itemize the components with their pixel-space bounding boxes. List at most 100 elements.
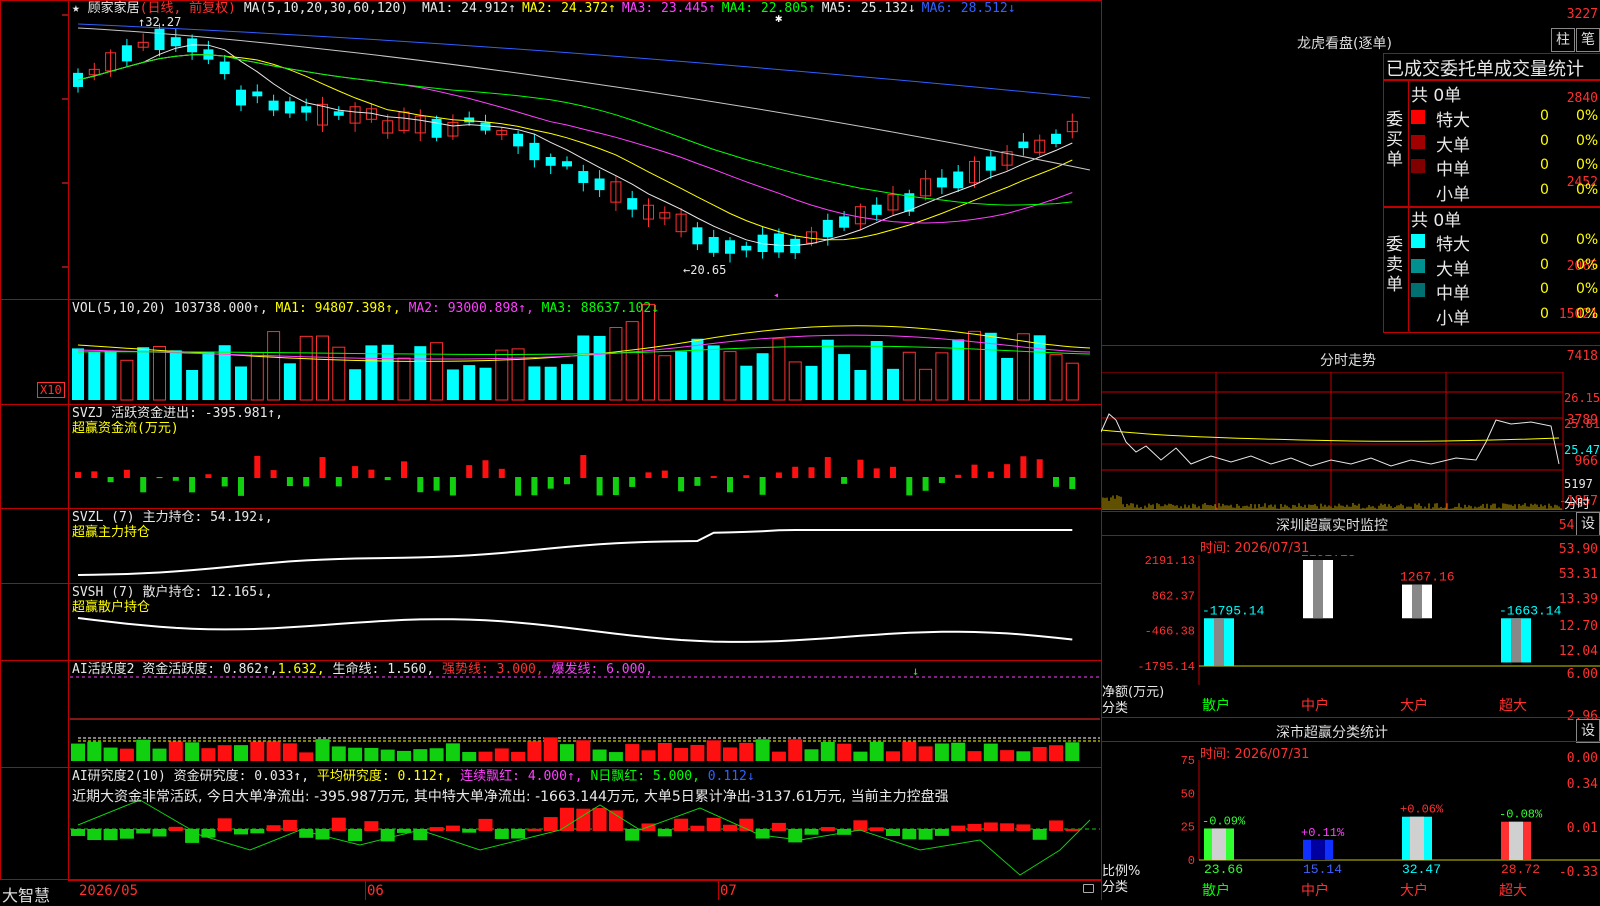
row-pct: 0% [1576, 281, 1598, 297]
volume-bar [757, 353, 769, 400]
volume-bar [1017, 334, 1029, 400]
flow-bar [75, 472, 81, 478]
research-bar [332, 818, 346, 831]
activity-bar [723, 747, 737, 761]
svzl-sub: 超赢主力持仓 [72, 525, 150, 541]
ma-line [78, 45, 1072, 246]
activity-bar [593, 750, 607, 761]
candle-body [171, 37, 181, 46]
volume-bar [105, 351, 117, 400]
volume-bar [170, 350, 182, 400]
research-bar [267, 825, 281, 831]
monitor-value-label: -1795.14 [1202, 603, 1265, 618]
star-icon[interactable]: ★ [72, 1, 80, 16]
research-bar [446, 826, 460, 831]
activity-bar [153, 749, 167, 761]
ai1-burst: 爆发线: 6.000, [551, 662, 653, 677]
volume-bar [920, 369, 932, 400]
flow-bar [271, 470, 277, 478]
row-pct: 0% [1576, 232, 1598, 248]
research-bar [935, 829, 949, 836]
research-bar [707, 818, 721, 831]
research-bar [544, 817, 558, 831]
stats-category: 大户 [1400, 882, 1428, 899]
monitor-y-label: -1795.14 [1137, 660, 1195, 674]
candle-body [741, 246, 751, 251]
stats-category: 散户 [1202, 882, 1230, 899]
flow-bar [238, 477, 244, 496]
flow-bar [303, 477, 309, 486]
lock-icon[interactable] [1083, 884, 1094, 893]
research-bar [870, 827, 884, 831]
activity-bar [299, 752, 313, 761]
bar-mode-button[interactable]: 柱 [1551, 28, 1575, 52]
row-name: 特大 [1436, 106, 1470, 131]
monitor-y-label: -466.38 [1145, 625, 1195, 639]
ma-line [78, 24, 1090, 98]
activity-bar [511, 752, 525, 761]
activity-bar [120, 749, 134, 761]
monitor-bar-shade [1313, 560, 1323, 618]
monitor-category: 散户 [1202, 697, 1230, 714]
activity-bar [788, 739, 802, 761]
fenshi-price-label: 25.81 [1564, 417, 1600, 431]
candle-body [872, 205, 882, 215]
date-tick [365, 880, 366, 900]
monitor-category: 中户 [1301, 697, 1329, 714]
volume-bar [463, 365, 475, 400]
flow-bar [173, 477, 179, 481]
ai1-legend: AI活跃度2 资金活跃度: 0.862↑,1.632, 生命线: 1.560, … [72, 662, 653, 678]
ai2-research: AI研究度2(10) 资金研究度: 0.033↑, [72, 769, 309, 784]
flow-bar [939, 477, 945, 483]
research-bar [853, 820, 867, 831]
monitor-settings-button[interactable]: 设 [1576, 512, 1600, 536]
candle-body [1018, 142, 1028, 149]
stats-settings-button[interactable]: 设 [1576, 719, 1600, 743]
row-count: 0 [1540, 108, 1549, 124]
svsh-legend: SVSH (7) 散户持仓: 12.165↓, [72, 585, 273, 601]
research-bar [1000, 823, 1014, 831]
activity-bar [576, 740, 590, 761]
candle-body [513, 134, 523, 147]
flow-bar [189, 477, 195, 492]
volume-bar [528, 366, 540, 400]
research-bar [919, 829, 933, 840]
flow-bar [906, 477, 912, 495]
sell-label: 委卖单 [1386, 235, 1404, 295]
svzj-legend: SVZJ 活跃资金进出: -395.981↑, [72, 406, 283, 422]
ma-value: MA1: 24.912↑ [422, 1, 516, 16]
activity-bar [837, 744, 851, 761]
candle-body [252, 91, 262, 96]
stats-title: 深市超赢分类统计 [1276, 722, 1388, 742]
flow-bar [874, 468, 880, 478]
research-bar [511, 829, 525, 839]
candle-body [301, 106, 311, 112]
candle-body [529, 143, 539, 160]
flow-bar [499, 469, 505, 478]
volume-bar [235, 366, 247, 400]
ai2-avg: 平均研究度: 0.112↑, [317, 769, 452, 784]
activity-bar [935, 744, 949, 761]
flow-bar [972, 465, 978, 478]
activity-bar [739, 743, 753, 761]
vol-ma1: MA1: 94807.398↑, [276, 301, 401, 316]
kline-legend: ★ 顾家家居(日线, 前复权) MA(5,10,20,30,60,120) MA… [72, 1, 1016, 17]
color-swatch [1411, 308, 1425, 322]
activity-bar [104, 748, 118, 761]
tick-mode-button[interactable]: 笔 [1576, 28, 1600, 52]
candle-body [953, 172, 963, 189]
monitor-divider [1101, 535, 1600, 536]
ma-line [78, 55, 1072, 205]
research-bar [658, 829, 672, 836]
ai2-comment: 近期大资金非常活跃, 今日大单净流出: -395.987万元, 其中特大单净流出… [72, 789, 949, 805]
research-bar [690, 826, 704, 831]
volume-bar [708, 345, 720, 400]
research-bar [1065, 829, 1079, 831]
activity-bar [495, 748, 509, 761]
candle-body [986, 156, 996, 170]
activity-bar [756, 739, 770, 761]
flow-bar [417, 477, 423, 492]
volume-bar [251, 353, 263, 400]
brand-label[interactable]: 大智慧 [2, 882, 50, 906]
row-count: 0 [1540, 182, 1549, 198]
